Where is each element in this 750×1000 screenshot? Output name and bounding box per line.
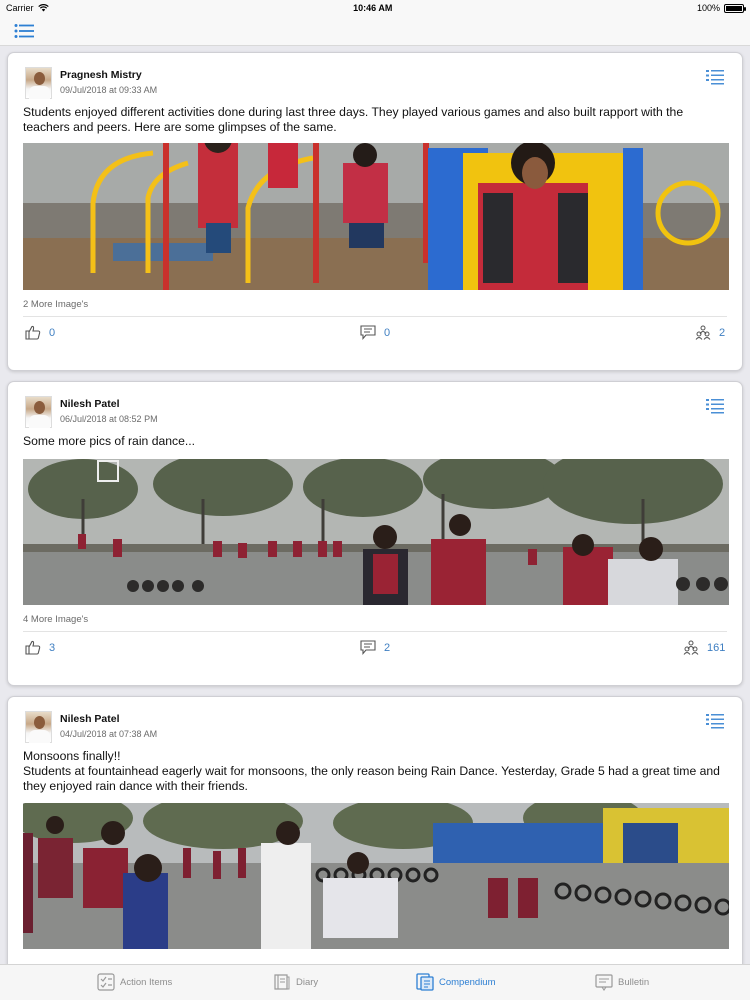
comment-icon (360, 325, 376, 340)
post-text-line: Students at fountainhead eagerly wait fo… (23, 764, 720, 793)
comment-button[interactable]: 0 (360, 325, 390, 340)
comment-icon (360, 640, 376, 655)
post-options-icon[interactable] (706, 398, 724, 414)
wifi-icon (37, 4, 49, 12)
comment-count: 0 (384, 326, 391, 339)
post-author[interactable]: Pragnesh Mistry (60, 69, 142, 81)
like-button[interactable]: 3 (25, 640, 55, 655)
post-photo[interactable] (23, 143, 729, 290)
like-button[interactable]: 0 (25, 325, 55, 340)
post-photo[interactable] (23, 803, 729, 949)
navigation-bar (0, 16, 750, 46)
post-card[interactable]: Nilesh Patel 06/Jul/2018 at 08:52 PM Som… (7, 381, 743, 686)
tab-compendium[interactable]: Compendium (416, 973, 496, 991)
like-count: 3 (49, 641, 56, 654)
tab-diary[interactable]: Diary (273, 973, 318, 991)
compendium-icon (416, 973, 434, 991)
thumbs-up-icon (25, 640, 41, 655)
post-text: Students enjoyed different activities do… (23, 105, 684, 134)
views-count: 2 (719, 326, 726, 339)
post-card[interactable]: Nilesh Patel 04/Jul/2018 at 07:38 AM Mon… (7, 696, 743, 964)
post-text: Monsoons finally!! Students at fountainh… (23, 749, 727, 794)
more-images-label[interactable]: 2 More Image's (23, 299, 88, 310)
post-date: 06/Jul/2018 at 08:52 PM (60, 414, 158, 424)
views-button[interactable]: 161 (683, 640, 725, 655)
compendium-feed[interactable]: Pragnesh Mistry 09/Jul/2018 at 09:33 AM … (0, 46, 750, 964)
views-button[interactable]: 2 (695, 325, 725, 340)
post-actions: 3 2 161 (23, 640, 727, 660)
comment-button[interactable]: 2 (360, 640, 390, 655)
battery-percent: 100% (696, 3, 720, 13)
status-left: Carrier (6, 3, 49, 13)
more-images-label[interactable]: 4 More Image's (23, 614, 88, 625)
tab-label: Compendium (439, 976, 496, 988)
post-date: 09/Jul/2018 at 09:33 AM (60, 85, 158, 95)
battery-icon (723, 3, 746, 13)
post-options-icon[interactable] (706, 69, 724, 85)
views-count: 161 (707, 641, 726, 654)
tab-bar: Action Items Diary Compendium Bulletin (0, 964, 750, 1000)
post-actions: 0 0 2 (23, 325, 727, 345)
post-date: 04/Jul/2018 at 07:38 AM (60, 729, 158, 739)
bulletin-icon (595, 974, 613, 991)
carrier-label: Carrier (6, 3, 34, 13)
viewers-icon (695, 325, 711, 340)
status-bar: Carrier 10:46 AM 100% (0, 0, 750, 16)
tab-bulletin[interactable]: Bulletin (595, 973, 649, 991)
post-author[interactable]: Nilesh Patel (60, 398, 120, 410)
avatar[interactable] (25, 711, 52, 743)
avatar[interactable] (25, 396, 52, 428)
post-text-line: Monsoons finally!! (23, 749, 121, 763)
book-icon (274, 974, 290, 990)
status-right: 100% (696, 3, 746, 13)
comment-count: 2 (384, 641, 391, 654)
checklist-icon (97, 973, 115, 991)
tab-label: Diary (296, 976, 319, 988)
like-count: 0 (49, 326, 56, 339)
thumbs-up-icon (25, 325, 41, 340)
avatar[interactable] (25, 67, 52, 99)
tab-label: Bulletin (618, 976, 650, 988)
divider (23, 631, 727, 632)
list-icon[interactable] (14, 23, 34, 39)
post-photo[interactable] (23, 459, 729, 605)
divider (23, 316, 727, 317)
post-text: Some more pics of rain dance... (23, 434, 196, 448)
tab-action-items[interactable]: Action Items (97, 973, 172, 991)
post-author[interactable]: Nilesh Patel (60, 713, 120, 725)
post-card[interactable]: Pragnesh Mistry 09/Jul/2018 at 09:33 AM … (7, 52, 743, 371)
clock: 10:46 AM (353, 3, 393, 13)
viewers-icon (683, 640, 699, 655)
tab-label: Action Items (120, 976, 173, 988)
post-options-icon[interactable] (706, 713, 724, 729)
